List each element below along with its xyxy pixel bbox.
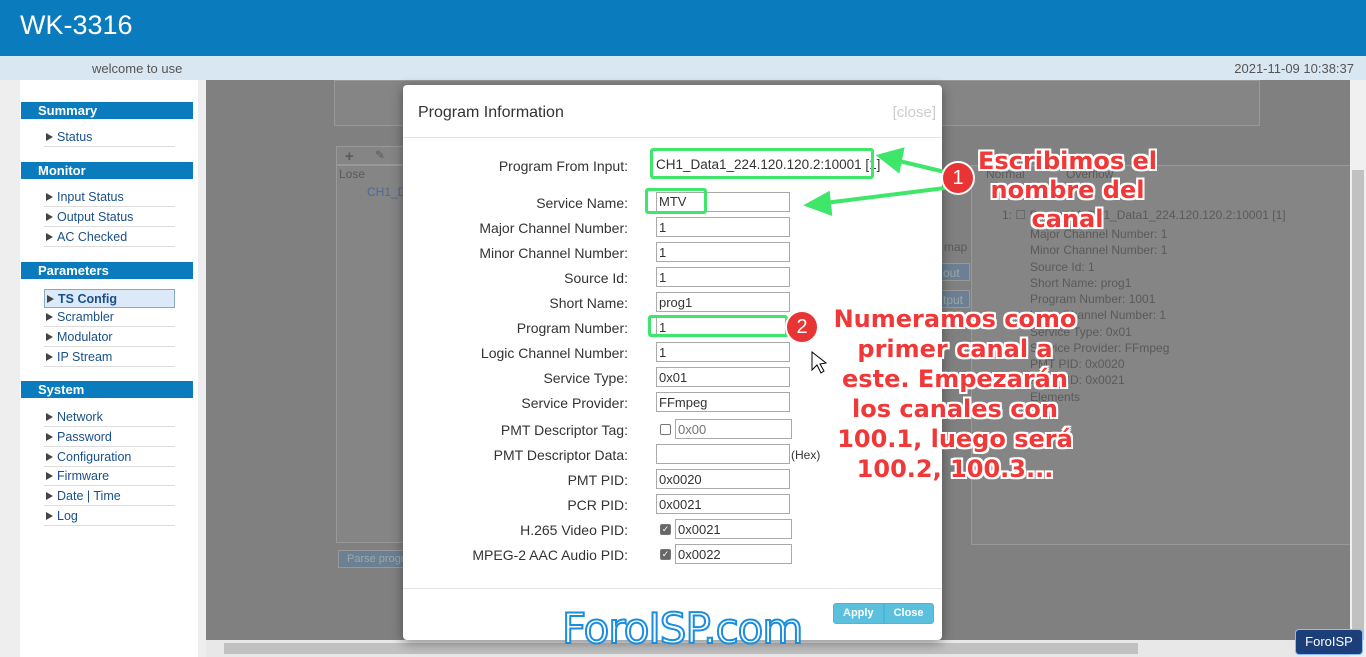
annotation-note-2: Numeramos como primer canal a este. Empe… bbox=[833, 305, 1077, 483]
annotation-arrows bbox=[803, 147, 946, 374]
annotation-note-1: Escribimos el nombre del canal bbox=[977, 147, 1157, 233]
watermark-badge: ForoISP bbox=[1295, 629, 1363, 655]
watermark-logo: ForoISP.com bbox=[561, 603, 804, 654]
annotation-badge-2: 2 bbox=[785, 310, 819, 344]
